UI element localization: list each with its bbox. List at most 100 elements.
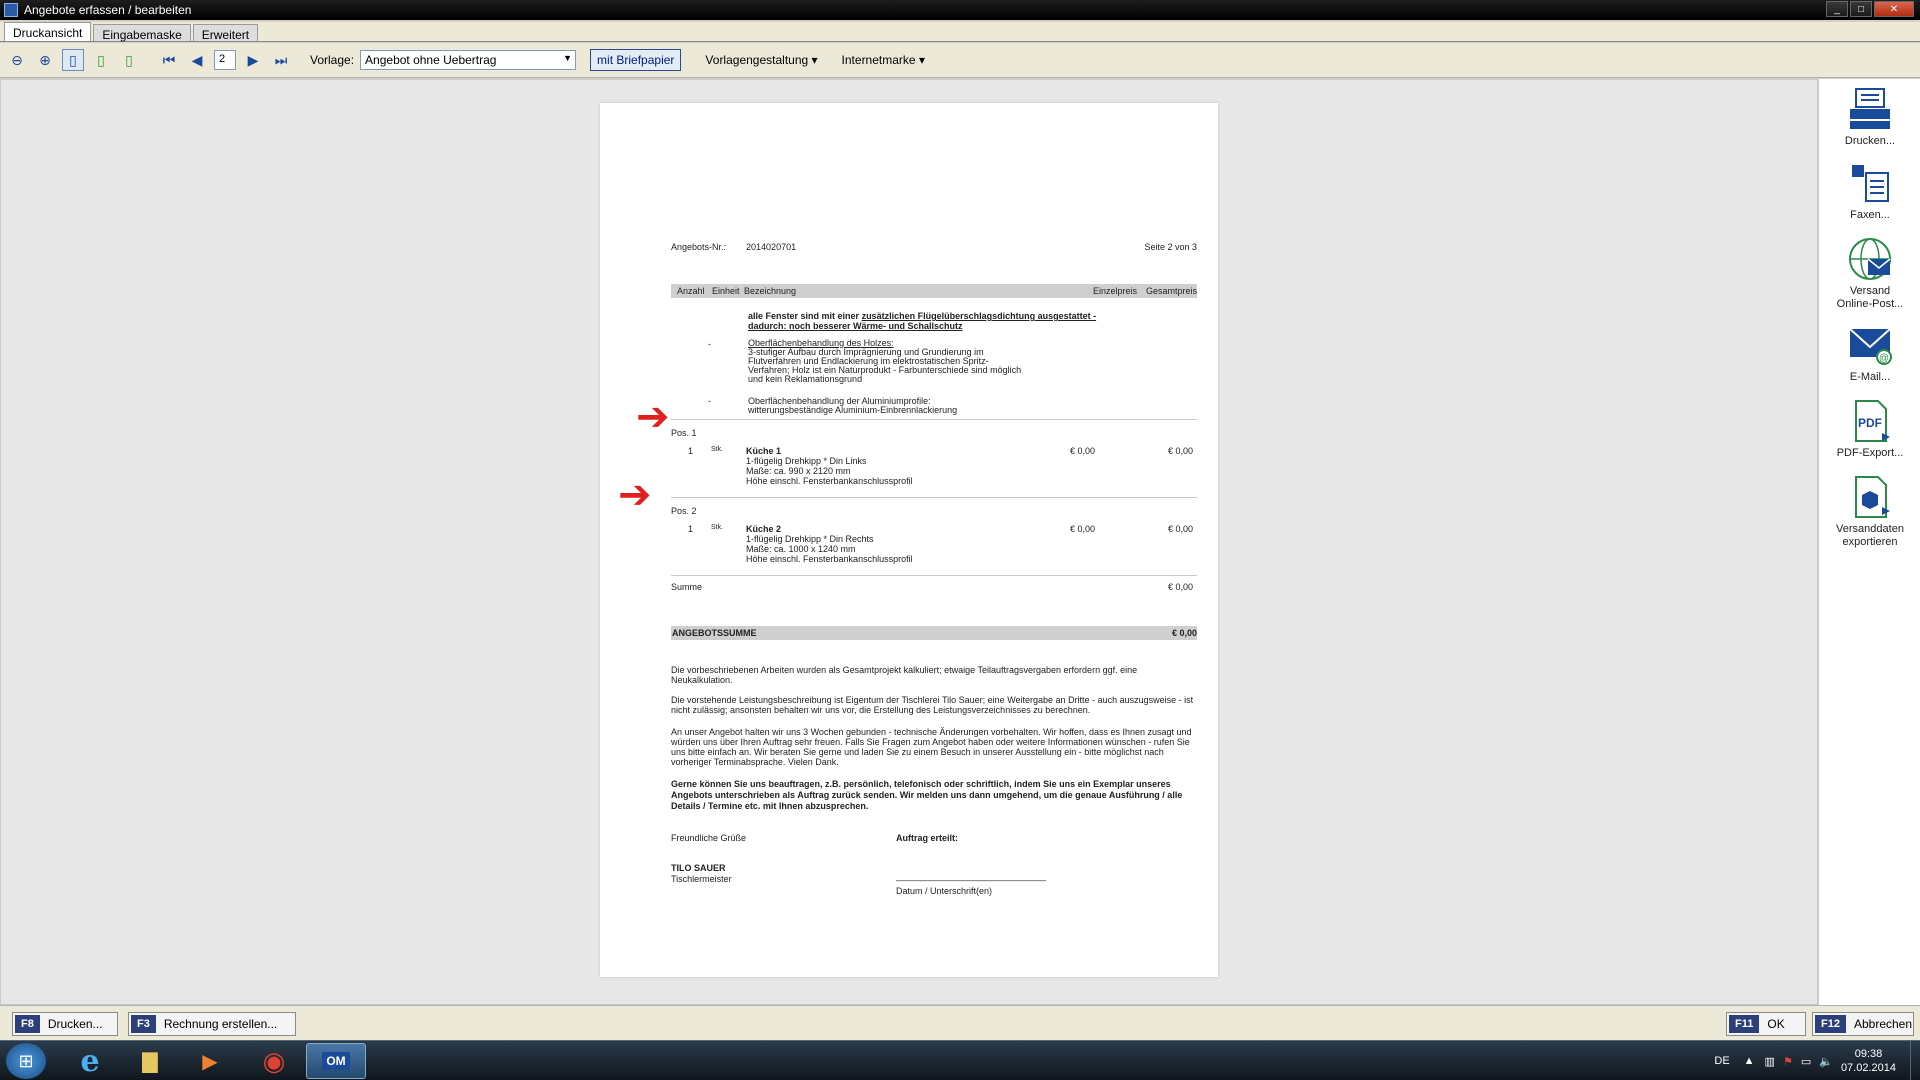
show-hidden-icons-icon[interactable]: ▲ xyxy=(1744,1055,1755,1067)
document-page: Angebots-Nr.: 2014020701 Seite 2 von 3 An… xyxy=(600,103,1218,977)
pos-2-einzelpreis: € 0,00 xyxy=(1070,524,1096,534)
tab-eingabemaske[interactable]: Eingabemaske xyxy=(93,24,191,42)
internetmarke-menu[interactable]: Internetmarke ▾ xyxy=(842,53,925,67)
next-page-icon[interactable]: ▶ xyxy=(242,49,264,71)
tab-erweitert[interactable]: Erweitert xyxy=(192,24,259,42)
chevron-down-icon: ▼ xyxy=(563,53,573,63)
action-center-icon[interactable]: ⚑ xyxy=(1783,1055,1793,1068)
action-faxen[interactable]: Faxen... xyxy=(1819,159,1920,221)
previous-page-icon[interactable]: ◀ xyxy=(186,49,208,71)
divider xyxy=(671,419,1197,420)
globe-mail-icon xyxy=(1846,235,1894,283)
app-icon xyxy=(4,3,18,17)
first-page-icon[interactable]: ⏮ xyxy=(158,49,180,71)
rechnung-erstellen-label: Rechnung erstellen... xyxy=(163,1017,278,1031)
clock[interactable]: 09:38 07.02.2014 xyxy=(1841,1047,1896,1075)
pos-2-gesamtpreis: € 0,00 xyxy=(1168,524,1194,534)
page-header: Angebots-Nr.: 2014020701 Seite 2 von 3 xyxy=(671,242,1197,252)
abbrechen-button[interactable]: F12 Abbrechen xyxy=(1812,1012,1914,1036)
chrome-icon: ◉ xyxy=(262,1045,286,1076)
drucken-button[interactable]: F8 Drucken... xyxy=(12,1012,118,1036)
om-app-icon: OM xyxy=(322,1052,350,1070)
taskbar-om-app[interactable]: OM xyxy=(306,1043,366,1079)
vorlage-label: Vorlage: xyxy=(310,53,355,67)
last-page-icon[interactable]: ⏭ xyxy=(270,49,292,71)
taskbar-media-player[interactable]: ▶ xyxy=(180,1043,240,1079)
col-gesamtpreis: Gesamtpreis xyxy=(1145,286,1197,296)
close-button[interactable]: ✕ xyxy=(1874,1,1914,17)
taskbar-chrome[interactable]: ◉ xyxy=(244,1043,304,1079)
col-einheit: Einheit xyxy=(712,286,740,296)
rechnung-erstellen-button[interactable]: F3 Rechnung erstellen... xyxy=(128,1012,296,1036)
display-icon[interactable]: ▭ xyxy=(1801,1055,1811,1068)
zoom-out-icon[interactable]: ⊖ xyxy=(6,49,28,71)
f12-key-badge: F12 xyxy=(1815,1015,1846,1033)
media-player-icon: ▶ xyxy=(202,1050,218,1073)
folder-icon: ▇ xyxy=(142,1050,158,1073)
preview-area[interactable]: Angebots-Nr.: 2014020701 Seite 2 von 3 An… xyxy=(0,79,1818,1005)
action-email[interactable]: @ E-Mail... xyxy=(1819,321,1920,383)
internetmarke-label: Internetmarke xyxy=(841,53,916,67)
fax-icon xyxy=(1846,159,1894,207)
windows-logo-icon: ⊞ xyxy=(18,1050,34,1071)
show-desktop-button[interactable] xyxy=(1910,1041,1920,1080)
intro-text: alle Fenster sind mit einer zusätzlichen… xyxy=(748,311,1097,331)
action-faxen-label: Faxen... xyxy=(1850,209,1890,221)
chevron-down-icon: ▾ xyxy=(918,53,925,67)
col-anzahl: Anzahl xyxy=(677,286,705,296)
ok-button[interactable]: F11 OK xyxy=(1726,1012,1806,1036)
vorlage-value: Angebot ohne Uebertrag xyxy=(365,53,497,67)
two-page-view-icon[interactable]: ▯ xyxy=(90,49,112,71)
start-button[interactable]: ⊞ xyxy=(6,1043,46,1079)
signature-line: ______________________________ xyxy=(896,871,1047,881)
datum-unterschrift: Datum / Unterschrift(en) xyxy=(896,886,993,896)
single-page-view-icon[interactable]: ▯ xyxy=(62,49,84,71)
chevron-down-icon: ▾ xyxy=(811,53,818,67)
action-pdf-export-label: PDF-Export... xyxy=(1836,447,1904,459)
pos-1-einzelpreis: € 0,00 xyxy=(1070,446,1096,456)
summe-label: Summe xyxy=(671,582,703,592)
dash-1: - xyxy=(708,339,711,349)
maximize-button[interactable]: □ xyxy=(1850,1,1872,17)
pos-2-einheit: Stk. xyxy=(711,524,724,531)
language-indicator[interactable]: DE xyxy=(1714,1055,1729,1067)
action-versanddaten[interactable]: Versanddaten exportieren xyxy=(1819,473,1920,549)
zoom-in-icon[interactable]: ⊕ xyxy=(34,49,56,71)
page-number-input[interactable]: 2 xyxy=(214,50,236,70)
pos-1-text: Küche 1 1-flügelig Drehkipp * Din Links … xyxy=(746,446,913,486)
angebotssumme-label: ANGEBOTSSUMME xyxy=(672,628,757,638)
vorlage-select[interactable]: Angebot ohne Uebertrag ▼ xyxy=(360,50,577,70)
title-bar: Angebote erfassen / bearbeiten _ □ ✕ xyxy=(0,0,1920,20)
action-email-label: E-Mail... xyxy=(1849,371,1891,383)
network-icon[interactable]: ▥ xyxy=(1765,1055,1775,1068)
taskbar-internet-explorer[interactable]: e xyxy=(60,1043,120,1079)
volume-icon[interactable]: 🔈 xyxy=(1819,1055,1833,1068)
vorlagengestaltung-menu[interactable]: Vorlagengestaltung ▾ xyxy=(705,53,817,67)
window-title: Angebote erfassen / bearbeiten xyxy=(24,3,192,17)
f8-key-badge: F8 xyxy=(15,1015,40,1033)
dash-2: - xyxy=(708,396,711,406)
action-online-post[interactable]: Versand Online-Post... xyxy=(1819,235,1920,311)
divider xyxy=(671,575,1197,576)
system-tray: DE ▲ ▥ ⚑ ▭ 🔈 09:38 07.02.2014 xyxy=(1714,1041,1920,1080)
f11-key-badge: F11 xyxy=(1729,1015,1760,1033)
drucken-button-label: Drucken... xyxy=(47,1017,103,1031)
action-pdf-export[interactable]: PDF PDF-Export... xyxy=(1819,397,1920,459)
clock-time: 09:38 xyxy=(1854,1048,1883,1060)
gruesse: Freundliche Grüße xyxy=(671,833,747,843)
email-icon: @ xyxy=(1846,321,1894,369)
pos-1-anzahl: 1 xyxy=(688,446,694,456)
internet-explorer-icon: e xyxy=(80,1043,100,1079)
window-controls: _ □ ✕ xyxy=(1826,1,1914,17)
pos-1-label: Pos. 1 xyxy=(671,428,697,438)
red-arrow-icon: ➔ xyxy=(636,395,670,439)
taskbar-explorer[interactable]: ▇ xyxy=(120,1043,180,1079)
angebotssumme-bar: ANGEBOTSSUMME € 0,00 xyxy=(671,626,1197,640)
briefpapier-toggle[interactable]: mit Briefpapier xyxy=(590,49,682,71)
abbrechen-button-label: Abbrechen xyxy=(1853,1017,1913,1031)
action-drucken[interactable]: Drucken... xyxy=(1819,85,1920,147)
page-width-view-icon[interactable]: ▯ xyxy=(118,49,140,71)
tab-druckansicht[interactable]: Druckansicht xyxy=(4,22,92,41)
minimize-button[interactable]: _ xyxy=(1826,1,1848,17)
col-bezeichnung: Bezeichnung xyxy=(744,286,797,296)
